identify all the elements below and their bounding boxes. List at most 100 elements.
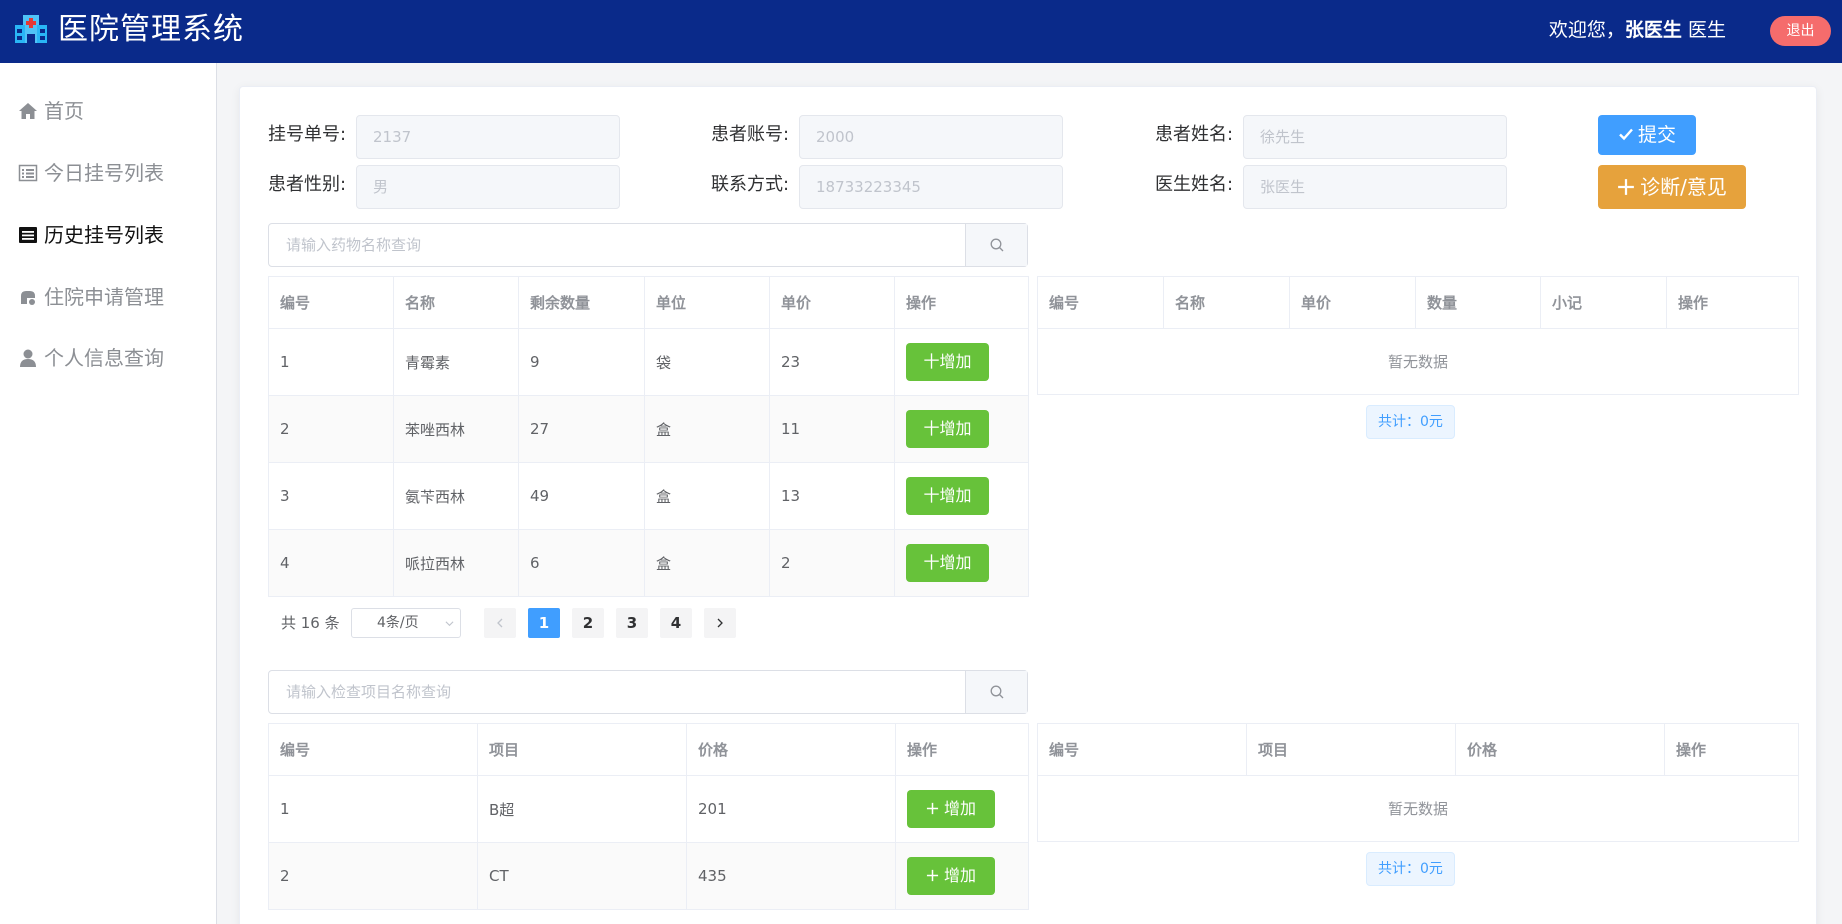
table-header-row: 编号 名称 剩余数量 单位 单价 操作 <box>268 276 1029 329</box>
add-drug-button[interactable]: 十增加 <box>906 343 989 381</box>
plus-icon <box>926 869 939 882</box>
registration-no-field[interactable]: 2137 <box>356 115 620 159</box>
drug-qty: 6 <box>518 529 645 597</box>
column-header: 编号 <box>268 723 478 776</box>
doctor-name-label: 医生姓名: <box>1155 174 1234 195</box>
list-icon <box>18 164 38 182</box>
column-header: 数量 <box>1415 276 1541 329</box>
table-row: 暂无数据 <box>1037 328 1799 395</box>
check-total-badge: 共计：0元 <box>1366 852 1455 886</box>
logout-button[interactable]: 退出 <box>1770 16 1831 46</box>
patient-name-field[interactable]: 徐先生 <box>1243 115 1507 159</box>
contact-label: 联系方式: <box>711 174 790 195</box>
user-icon <box>20 349 36 367</box>
table-row: 2 CT 435 增加 <box>268 842 1029 910</box>
table-row: 2 苯唑西林 27 盒 11 十增加 <box>268 395 1029 463</box>
add-drug-button[interactable]: 十增加 <box>906 410 989 448</box>
table-row: 1 青霉素 9 袋 23 十增加 <box>268 328 1029 396</box>
drug-table: 编号 名称 剩余数量 单位 单价 操作 1 青霉素 9 袋 23 十增加 2 苯… <box>268 276 1029 597</box>
contact-field[interactable]: 18733223345 <box>799 165 1063 209</box>
doctor-name-field[interactable]: 张医生 <box>1243 165 1507 209</box>
diagnosis-button[interactable]: 诊断/意见 <box>1598 165 1746 209</box>
page-size-select[interactable]: 4条/页 <box>351 608 461 638</box>
patient-gender-field[interactable]: 男 <box>356 165 620 209</box>
drug-name: 氨苄西林 <box>393 462 519 530</box>
drug-action-cell: 十增加 <box>894 462 1029 530</box>
submit-button[interactable]: 提交 <box>1598 115 1696 155</box>
check-table: 编号 项目 价格 操作 1 B超 201 增加 2 CT 435 增加 <box>268 723 1029 910</box>
welcome-text: 欢迎您，张医生 医生 <box>1549 18 1726 42</box>
column-header: 编号 <box>1037 723 1247 776</box>
page-button-4[interactable]: 4 <box>660 608 692 638</box>
table-row: 4 哌拉西林 6 盒 2 十增加 <box>268 529 1029 597</box>
drug-price: 23 <box>769 328 895 396</box>
user-name: 张医生 <box>1624 19 1682 41</box>
drug-action-cell: 十增加 <box>894 529 1029 597</box>
drug-name: 苯唑西林 <box>393 395 519 463</box>
check-search-placeholder: 请输入检查项目名称查询 <box>286 683 452 701</box>
hospital-logo-icon <box>15 15 47 43</box>
user-role: 医生 <box>1687 19 1726 41</box>
check-action-cell: 增加 <box>895 775 1029 843</box>
diagnosis-label: 诊断/意见 <box>1640 175 1727 199</box>
add-check-button[interactable]: 增加 <box>907 790 995 828</box>
patient-account-field[interactable]: 2000 <box>799 115 1063 159</box>
sidebar-item-hospitalization[interactable]: 住院申请管理 <box>18 282 164 312</box>
sidebar-item-label: 历史挂号列表 <box>44 223 164 247</box>
chevron-left-icon <box>497 618 503 628</box>
drug-price: 13 <box>769 462 895 530</box>
column-header: 单位 <box>644 276 770 329</box>
add-check-button[interactable]: 增加 <box>907 857 995 895</box>
sidebar-item-personal-info[interactable]: 个人信息查询 <box>18 343 164 373</box>
search-icon <box>990 238 1004 252</box>
sidebar-item-home[interactable]: 首页 <box>18 96 84 126</box>
drug-search-input[interactable]: 请输入药物名称查询 <box>268 223 1028 267</box>
drug-unit: 袋 <box>644 328 770 396</box>
column-header: 价格 <box>686 723 896 776</box>
check-action-cell: 增加 <box>895 842 1029 910</box>
page-button-3[interactable]: 3 <box>616 608 648 638</box>
add-drug-button[interactable]: 十增加 <box>906 477 989 515</box>
sidebar-item-today-registrations[interactable]: 今日挂号列表 <box>18 158 164 188</box>
page-button-2[interactable]: 2 <box>572 608 604 638</box>
column-header: 小记 <box>1540 276 1667 329</box>
check-icon <box>1619 128 1633 141</box>
drug-unit: 盒 <box>644 462 770 530</box>
prev-page-button[interactable] <box>484 608 516 638</box>
registration-no-label: 挂号单号: <box>268 124 347 145</box>
home-icon <box>19 103 37 119</box>
search-icon <box>990 685 1004 699</box>
table-row: 1 B超 201 增加 <box>268 775 1029 843</box>
drug-search-placeholder: 请输入药物名称查询 <box>286 236 422 254</box>
check-search-button[interactable] <box>965 671 1027 713</box>
column-header: 剩余数量 <box>518 276 645 329</box>
column-header: 操作 <box>1666 276 1799 329</box>
column-header: 项目 <box>477 723 687 776</box>
add-drug-button[interactable]: 十增加 <box>906 544 989 582</box>
drug-qty: 49 <box>518 462 645 530</box>
sidebar-item-history-registrations[interactable]: 历史挂号列表 <box>18 220 164 250</box>
app-title: 医院管理系统 <box>58 12 244 47</box>
welcome-prefix: 欢迎您， <box>1548 19 1625 41</box>
top-header: 医院管理系统 欢迎您，张医生 医生 退出 <box>0 0 1842 63</box>
column-header: 项目 <box>1246 723 1456 776</box>
check-price: 435 <box>686 842 896 910</box>
patient-gender-label: 患者性别: <box>268 174 347 195</box>
pagination-total: 共 16 条 <box>281 614 340 632</box>
empty-placeholder: 暂无数据 <box>1037 328 1799 395</box>
drug-search-button[interactable] <box>965 224 1027 266</box>
sidebar: 首页 今日挂号列表 历史挂号列表 住院申请管理 个人信息查询 <box>0 63 217 924</box>
next-page-button[interactable] <box>704 608 736 638</box>
check-item: CT <box>477 842 687 910</box>
plus-icon <box>1618 179 1634 195</box>
column-header: 名称 <box>1163 276 1290 329</box>
empty-placeholder: 暂无数据 <box>1037 775 1799 842</box>
drug-price: 2 <box>769 529 895 597</box>
table-row: 3 氨苄西林 49 盒 13 十增加 <box>268 462 1029 530</box>
table-header-row: 编号 项目 价格 操作 <box>1037 723 1799 776</box>
page-button-1[interactable]: 1 <box>528 608 560 638</box>
drug-id: 3 <box>268 462 394 530</box>
column-header: 操作 <box>895 723 1029 776</box>
check-search-input[interactable]: 请输入检查项目名称查询 <box>268 670 1028 714</box>
selected-checks-table: 编号 项目 价格 操作 暂无数据 <box>1037 723 1799 842</box>
